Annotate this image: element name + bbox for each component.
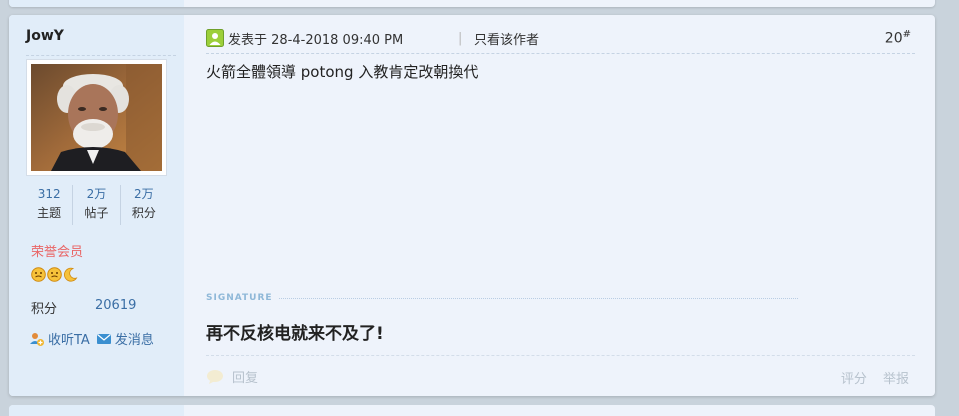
signature-label-text: SIGNATURE bbox=[206, 293, 273, 303]
reply-button[interactable]: 回复 bbox=[206, 367, 258, 386]
avatar-image bbox=[31, 64, 162, 171]
post-footer-actions: 评分 举报 bbox=[829, 368, 909, 387]
reply-label: 回复 bbox=[232, 371, 259, 386]
author-only-link[interactable]: 只看该作者 bbox=[474, 29, 539, 48]
post-content: 发表于 28-4-2018 09:40 PM | 只看该作者 20# 火箭全體領… bbox=[184, 15, 935, 396]
stat-label: 主题 bbox=[37, 206, 62, 220]
floor-mark: # bbox=[902, 29, 911, 40]
avatar[interactable] bbox=[26, 59, 167, 176]
envelope-icon bbox=[96, 333, 111, 344]
smiley-medal-icon[interactable] bbox=[31, 267, 46, 282]
floor-value: 20 bbox=[884, 30, 903, 47]
author-username[interactable]: JowY bbox=[26, 28, 64, 44]
forum-post: JowY 312 主题 2万 帖子 2万 积分 荣誉会员 积分 20619 收听… bbox=[9, 15, 935, 396]
smiley-medal-icon[interactable] bbox=[47, 267, 62, 282]
send-message-label: 发消息 bbox=[114, 333, 154, 348]
header-divider: | bbox=[458, 31, 463, 46]
user-group[interactable]: 荣誉会员 bbox=[31, 241, 83, 260]
divider bbox=[26, 55, 176, 56]
post-timestamp: 发表于 28-4-2018 09:40 PM bbox=[228, 33, 404, 48]
follow-icon bbox=[30, 332, 44, 346]
stat-value: 312 bbox=[37, 187, 61, 201]
stat-label: 积分 bbox=[131, 206, 156, 220]
credits: 积分 20619 bbox=[31, 298, 171, 317]
follow-label: 收听TA bbox=[48, 333, 90, 348]
post-header: 发表于 28-4-2018 09:40 PM | 只看该作者 20# bbox=[206, 26, 915, 54]
credits-label: 积分 bbox=[31, 302, 58, 317]
stat-value: 2万 bbox=[86, 187, 107, 201]
credits-value: 20619 bbox=[95, 298, 137, 313]
footer-divider bbox=[206, 355, 915, 356]
stat-label: 帖子 bbox=[84, 206, 109, 220]
online-status-icon bbox=[206, 29, 224, 47]
floor-number[interactable]: 20# bbox=[885, 29, 911, 47]
rate-button[interactable]: 评分 bbox=[841, 372, 867, 387]
report-button[interactable]: 举报 bbox=[883, 372, 909, 387]
stat-points[interactable]: 2万 积分 bbox=[121, 185, 167, 225]
reply-icon bbox=[207, 369, 223, 384]
moon-medal-icon[interactable] bbox=[63, 267, 78, 282]
post-message: 火箭全體領導 potong 入教肯定改朝換代 bbox=[206, 63, 479, 81]
stat-threads[interactable]: 312 主题 bbox=[26, 185, 74, 225]
medals bbox=[31, 267, 79, 282]
author-actions: 收听TA 发消息 bbox=[29, 329, 160, 348]
signature-divider bbox=[278, 297, 798, 299]
next-post-edge bbox=[9, 405, 935, 416]
signature-text: 再不反核电就来不及了! bbox=[206, 324, 384, 344]
author-sidebar: JowY 312 主题 2万 帖子 2万 积分 荣誉会员 积分 20619 收听… bbox=[9, 15, 184, 396]
stat-value: 2万 bbox=[134, 187, 154, 201]
send-message-button[interactable]: 发消息 bbox=[96, 329, 154, 348]
author-stats: 312 主题 2万 帖子 2万 积分 bbox=[26, 185, 167, 225]
follow-button[interactable]: 收听TA bbox=[29, 329, 90, 348]
previous-post-edge bbox=[9, 0, 935, 7]
signature-label: SIGNATURE bbox=[206, 293, 798, 303]
stat-posts[interactable]: 2万 帖子 bbox=[73, 185, 121, 225]
